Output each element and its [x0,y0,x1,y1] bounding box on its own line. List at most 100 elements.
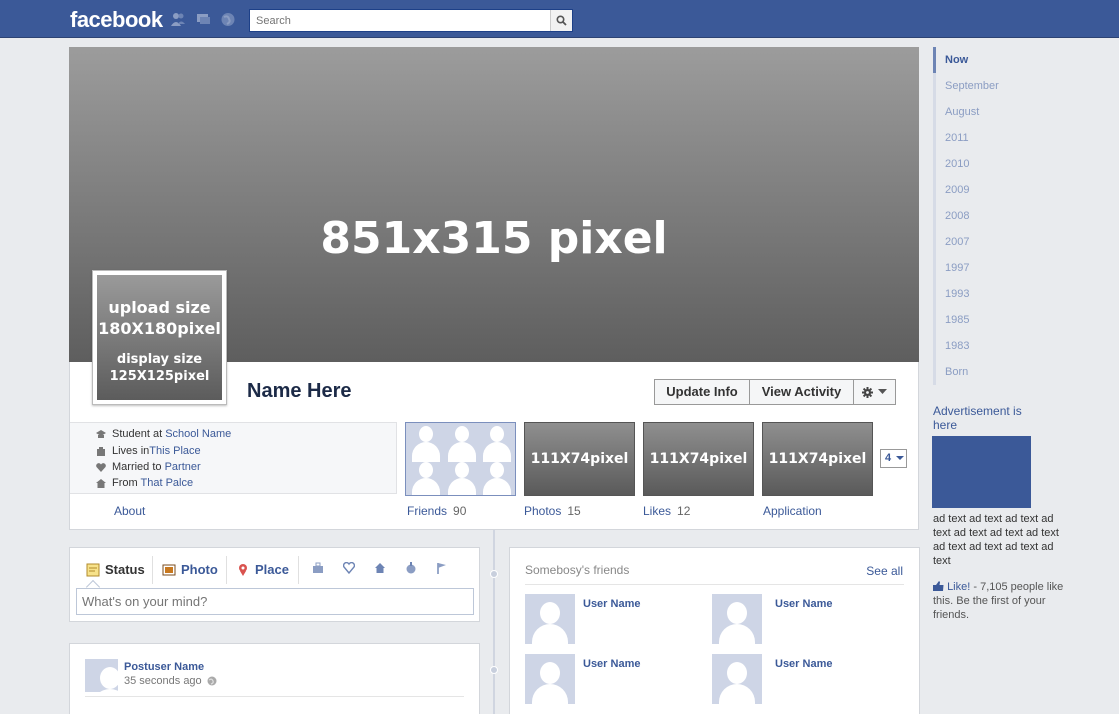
application-tab[interactable]: Application [763,504,822,518]
friend-avatar[interactable] [712,594,762,644]
friend-name[interactable]: User Name [583,598,640,610]
friend-silhouette-icon [410,423,442,462]
friend-name[interactable]: User Name [775,658,832,670]
friend-silhouette-icon [481,423,513,462]
search-box [249,9,573,32]
profile-name[interactable]: Name Here [247,380,352,403]
year-item-born[interactable]: Born [933,359,1068,385]
about-link[interactable]: About [114,504,145,518]
home-icon [96,478,106,488]
status-input[interactable] [76,588,474,615]
ad-image[interactable] [932,436,1031,508]
location-icon [97,446,105,456]
partner-link[interactable]: Partner [165,461,201,473]
upload-size-label: upload size [108,298,211,317]
see-all-link[interactable]: See all [866,564,903,578]
photos-tab[interactable]: Photos 15 [524,504,581,518]
notifications-globe-icon[interactable] [220,12,237,27]
year-item-1997[interactable]: 1997 [933,255,1068,281]
friends-box: Somebosy's friends See all User Name Use… [509,547,920,714]
settings-dropdown-button[interactable] [853,379,896,405]
friend-avatar[interactable] [525,594,575,644]
year-item-2009[interactable]: 2009 [933,177,1068,203]
year-item-september[interactable]: September [933,73,1068,99]
about-row-school: Student at School Name [96,428,231,440]
year-item-1983[interactable]: 1983 [933,333,1068,359]
display-size-value: 125X125pixel [109,369,210,384]
display-size-label: display size [116,352,203,367]
timeline-year-nav: Now September August 2011 2010 2009 2008… [933,47,1068,385]
search-button[interactable] [550,10,572,31]
friends-box-title: Somebosy's friends [525,563,630,577]
heart-icon [96,462,106,472]
post-author[interactable]: Postuser Name [124,661,204,673]
gear-icon [862,386,873,398]
about-row-lives: Lives inThis Place [96,445,201,457]
hometown-link[interactable]: That Palce [141,477,194,489]
timeline-dot [490,666,498,674]
friends-thumbnail[interactable] [405,422,516,496]
photo-tab[interactable]: Photo [162,562,218,577]
ad-title[interactable]: Advertisement is here [933,404,1033,432]
friends-tab[interactable]: Friends 90 [407,504,466,518]
facebook-logo[interactable]: facebook [70,7,163,33]
search-icon [556,15,567,26]
year-item-2010[interactable]: 2010 [933,151,1068,177]
photos-count: 15 [567,504,581,518]
status-tab[interactable]: Status [86,562,145,577]
search-input[interactable] [250,10,546,31]
photos-thumbnail[interactable]: 111X74pixel [524,422,635,496]
about-row-from: From That Palce [96,477,193,489]
thumbs-up-icon[interactable] [933,581,944,591]
health-icon[interactable] [405,562,417,574]
home-icon[interactable] [374,562,386,574]
top-bar: facebook [0,0,1119,38]
timeline-spine [493,530,495,714]
friend-silhouette-icon [446,459,478,495]
likes-thumbnail[interactable]: 111X74pixel [643,422,754,496]
post-timestamp: 35 seconds ago [124,675,217,687]
year-item-1993[interactable]: 1993 [933,281,1068,307]
update-info-button[interactable]: Update Info [654,379,750,405]
milestone-flag-icon[interactable] [436,562,448,574]
friend-name[interactable]: User Name [775,598,832,610]
chevron-down-icon [896,455,905,460]
place-tab[interactable]: Place [236,562,289,577]
year-item-2008[interactable]: 2008 [933,203,1068,229]
school-link[interactable]: School Name [165,428,231,440]
heart-icon[interactable] [343,562,355,574]
year-item-2007[interactable]: 2007 [933,229,1068,255]
education-icon [96,429,106,438]
job-icon[interactable] [312,562,324,574]
chevron-down-icon [878,389,887,394]
status-icon [86,563,100,576]
likes-count: 12 [677,504,691,518]
year-item-2011[interactable]: 2011 [933,125,1068,151]
post-avatar[interactable] [85,659,118,692]
view-activity-button[interactable]: View Activity [749,379,854,405]
friend-requests-icon[interactable] [170,12,187,27]
more-apps-dropdown[interactable]: 4 [880,449,907,468]
year-item-1985[interactable]: 1985 [933,307,1068,333]
ad-text: ad text ad text ad text ad text ad text … [933,513,1059,567]
friend-name[interactable]: User Name [583,658,640,670]
cover-size-label: 851x315 pixel [320,213,668,264]
friend-avatar[interactable] [525,654,575,704]
friend-silhouette-icon [446,423,478,462]
friend-avatar[interactable] [712,654,762,704]
likes-tab[interactable]: Likes 12 [643,504,690,518]
about-row-married: Married to Partner [96,461,201,473]
friends-count: 90 [453,504,467,518]
ad-like-link[interactable]: Like! [947,581,970,593]
messages-icon[interactable] [195,12,212,27]
year-item-august[interactable]: August [933,99,1068,125]
friend-silhouette-icon [410,459,442,495]
status-composer: Status Photo Place [69,547,480,622]
photo-icon [162,564,176,575]
profile-picture[interactable]: upload size 180X180pixel display size 12… [92,270,227,405]
application-thumbnail[interactable]: 111X74pixel [762,422,873,496]
year-item-now[interactable]: Now [933,47,1068,73]
globe-icon[interactable] [207,676,217,686]
timeline-dot [490,570,498,578]
lives-link[interactable]: This Place [149,445,200,457]
